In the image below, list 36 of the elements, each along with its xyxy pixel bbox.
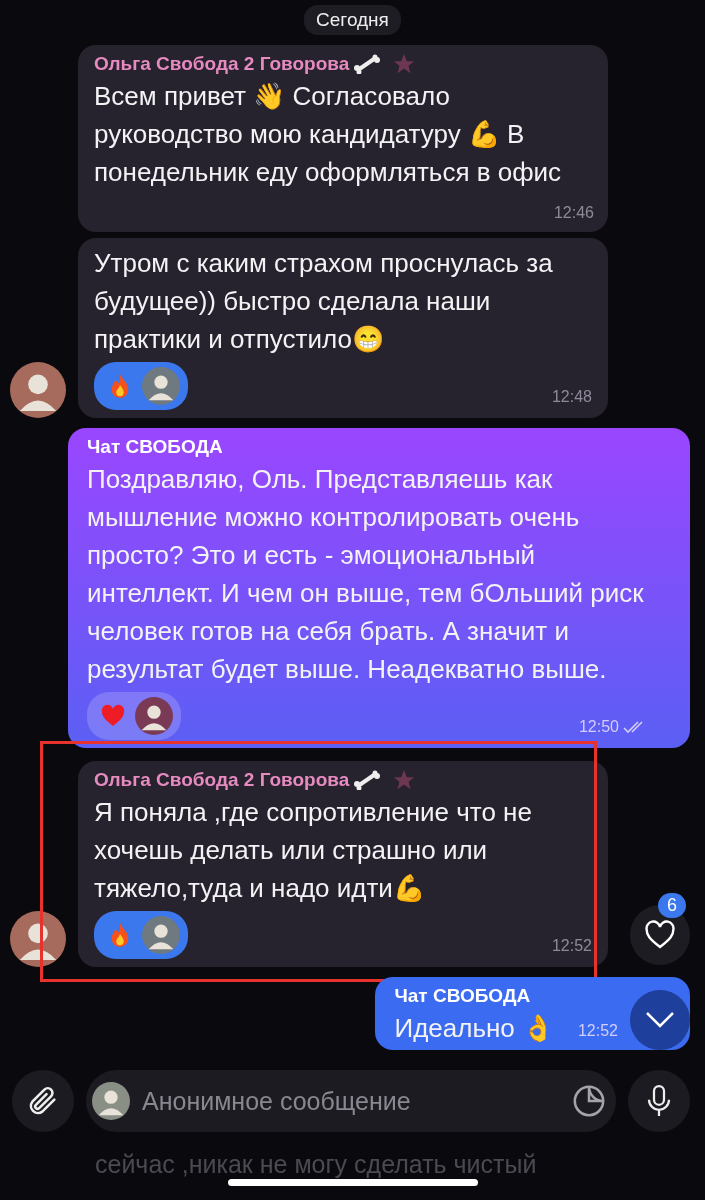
avatar-icon [92, 1082, 130, 1120]
bone-icon [353, 770, 382, 790]
avatar-icon [10, 362, 66, 418]
reaction-chip[interactable] [94, 911, 188, 959]
avatar-icon [142, 367, 180, 405]
sender-name: Ольга Свобода 2 Говорова [94, 52, 350, 76]
chevron-down-icon [645, 1011, 675, 1029]
reaction-chip[interactable] [94, 362, 188, 410]
message-time: 12:46 [553, 203, 594, 223]
message-text: Я поняла ,где сопротивление что не хочешь делать или страшно или тяжело,туда и надо идти💪 [94, 797, 532, 903]
message-time: 12:52 [577, 1021, 618, 1041]
message-time: 12:50 [578, 717, 619, 737]
message-text: Всем привет 👋 Согласовало руководство мою кандидатуру 💪 В понедельник еду оформляться в офис [94, 81, 562, 187]
sender-name: Чат СВОБОДА [394, 984, 531, 1008]
date-chip: Сегодня [304, 5, 401, 35]
bone-icon [353, 54, 382, 74]
heart-icon [644, 920, 676, 950]
star-icon [393, 769, 416, 791]
sticker-icon[interactable] [572, 1084, 606, 1118]
message-field[interactable]: Анонимное сообщение [86, 1070, 616, 1132]
message-time: 12:48 [551, 387, 592, 407]
avatar-icon [10, 911, 66, 967]
unread-badge: 6 [658, 893, 686, 918]
avatar-icon [142, 916, 180, 954]
message-text: Идеально 👌 [394, 1013, 554, 1043]
heart-icon [101, 703, 125, 729]
star-icon [393, 53, 416, 75]
sender-name: Чат СВОБОДА [87, 435, 223, 459]
sender-name: Ольга Свобода 2 Говорова [94, 768, 350, 792]
message-input[interactable]: Анонимное сообщение [142, 1086, 560, 1116]
avatar-icon [135, 697, 173, 735]
reaction-chip[interactable] [87, 692, 181, 740]
message-text: Поздравляю, Оль. Представляешь как мышление можно контролировать очень просто? Это и есть - эмоциональный интеллект. И чем он выше, тем бОльший риск человек готов на себя брать. А значит и результат будет выше. Неадекватно выше. [87, 464, 644, 684]
message-time: 12:52 [551, 936, 592, 956]
message-text: сейчас ,никак не могу сделать чистый [95, 1150, 537, 1179]
message-text: Утром с каким страхом проснулась за будущее)) быстро сделала наши практики и отпустило😁 [94, 248, 553, 354]
